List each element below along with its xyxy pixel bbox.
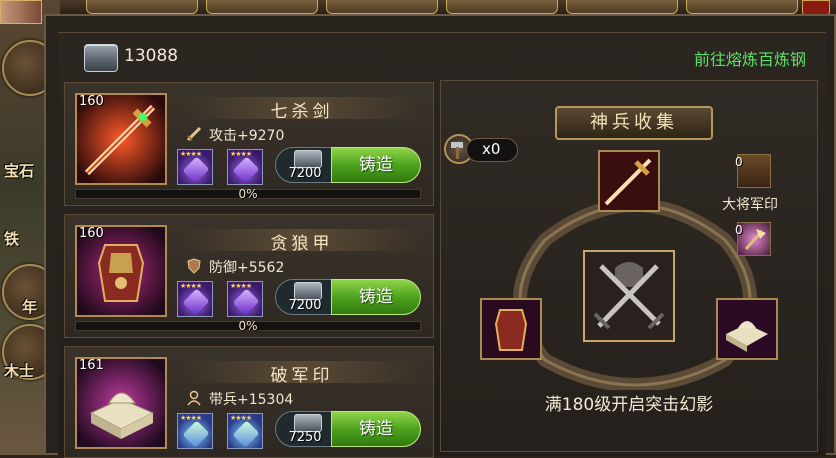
soldier-stat-icon — [187, 390, 201, 406]
item-level: 160 — [79, 226, 104, 241]
item-level: 161 — [79, 358, 104, 373]
unlock-requirement-text: 满180级开启突击幻影 — [544, 395, 714, 415]
forge-button[interactable]: 7200 铸造 — [275, 147, 421, 183]
star-icons: ★★★★ — [230, 282, 252, 290]
player-avatar[interactable] — [0, 0, 42, 24]
star-icons: ★★★★ — [180, 414, 202, 422]
tab-5[interactable] — [566, 0, 678, 14]
gem-slot-1[interactable]: ★★★★ — [177, 149, 213, 185]
side-label-gem[interactable]: 宝石 — [4, 160, 34, 181]
crossed-swords-icon — [585, 252, 673, 340]
side-label-year[interactable]: 年 — [22, 296, 37, 317]
star-icons: ★★★★ — [230, 414, 252, 422]
collect-slot-sword[interactable] — [598, 150, 660, 212]
sword-icon — [600, 152, 658, 210]
side-label-iron[interactable]: 铁 — [4, 228, 19, 249]
gem-slot-2[interactable]: ★★★★ — [227, 149, 263, 185]
forge-cost: 7200 — [288, 298, 322, 313]
mini-seal-count: 0 — [735, 155, 743, 169]
hammer-count: x0 — [482, 140, 501, 158]
tab-2[interactable] — [206, 0, 318, 14]
mini-seal-label: 大将军印 — [722, 197, 778, 213]
collect-slot-seal[interactable] — [716, 298, 778, 360]
star-icons: ★★★★ — [230, 150, 252, 158]
item-name: 七杀剑 — [183, 97, 421, 122]
forge-progress-text: 0% — [238, 187, 258, 201]
top-tab-bar — [60, 0, 836, 16]
side-label-soldier[interactable]: 木士 — [4, 360, 34, 381]
forge-cost-box: 7200 — [275, 279, 333, 315]
forge-cost-box: 7200 — [275, 147, 333, 183]
forge-label[interactable]: 铸造 — [331, 279, 421, 315]
shield-stat-icon — [187, 258, 201, 274]
tab-6[interactable] — [686, 0, 798, 14]
mini-axe-count: 0 — [735, 223, 743, 237]
forge-button[interactable]: 7250 铸造 — [275, 411, 421, 447]
item-stat: 攻击+9270 — [209, 128, 285, 144]
gem-slot-2[interactable]: ★★★★ — [227, 413, 263, 449]
gem-slot-1[interactable]: ★★★★ — [177, 413, 213, 449]
tab-4[interactable] — [446, 0, 558, 14]
forge-cost-box: 7250 — [275, 411, 333, 447]
item-stat: 带兵+15304 — [209, 392, 294, 408]
gem-slot-1[interactable]: ★★★★ — [177, 281, 213, 317]
weapon-card-sword: 160 七杀剑 攻击+9270 ★★★★ ★★★★ 7200 铸造 0% — [64, 82, 434, 206]
item-name: 破军印 — [183, 361, 421, 386]
forge-progress-text: 0% — [238, 319, 258, 333]
forge-button[interactable]: 7200 铸造 — [275, 279, 421, 315]
steel-count: 13088 — [124, 46, 179, 66]
forge-cost: 7200 — [288, 166, 322, 181]
forge-cost: 7250 — [288, 430, 322, 445]
steel-ingot-icon — [84, 44, 118, 72]
star-icons: ★★★★ — [180, 282, 202, 290]
forge-label[interactable]: 铸造 — [331, 411, 421, 447]
collect-center-crossed-swords[interactable] — [583, 250, 675, 342]
seal-icon — [718, 300, 776, 358]
tab-3[interactable] — [326, 0, 438, 14]
collection-title: 神兵收集 — [555, 106, 713, 140]
goto-smelt-link[interactable]: 前往熔炼百炼钢 — [694, 46, 806, 70]
armor-card: 160 贪狼甲 防御+5562 ★★★★ ★★★★ 7200 铸造 0% — [64, 214, 434, 338]
forge-label[interactable]: 铸造 — [331, 147, 421, 183]
sword-stat-icon — [186, 126, 202, 142]
collect-slot-armor[interactable] — [480, 298, 542, 360]
item-name: 贪狼甲 — [183, 229, 421, 254]
armor-icon — [482, 300, 540, 358]
item-level: 160 — [79, 94, 104, 109]
item-stat: 防御+5562 — [209, 260, 285, 276]
seal-card: 161 破军印 带兵+15304 ★★★★ ★★★★ 7250 铸造 — [64, 346, 434, 458]
star-icons: ★★★★ — [180, 150, 202, 158]
gem-slot-2[interactable]: ★★★★ — [227, 281, 263, 317]
tab-1[interactable] — [86, 0, 198, 14]
